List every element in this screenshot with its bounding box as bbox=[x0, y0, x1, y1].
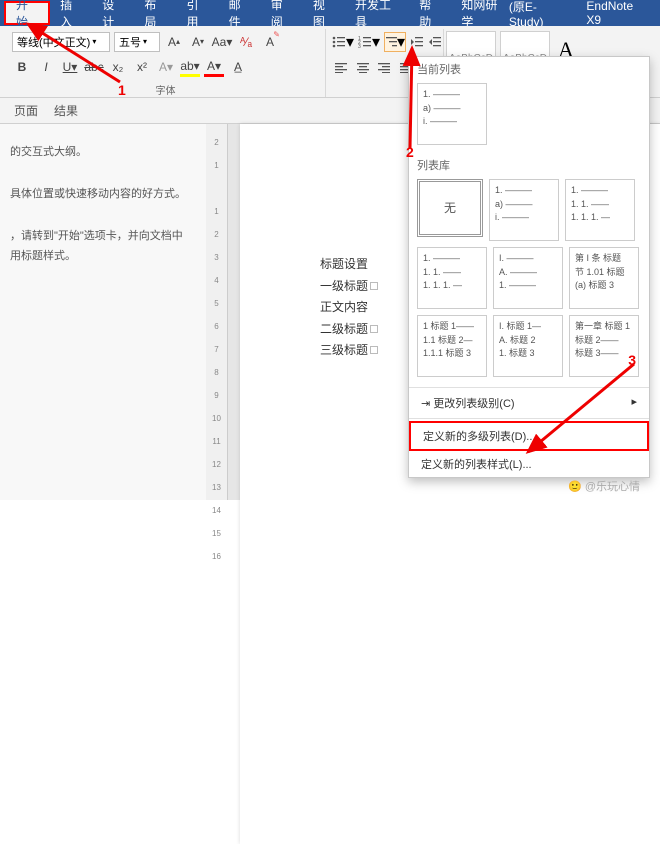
list-thumb[interactable]: 1. ———1. 1. ——1. 1. 1. — bbox=[417, 247, 487, 309]
define-new-list-style-menuitem[interactable]: 定义新的列表样式(L)... bbox=[409, 451, 649, 477]
align-right-button[interactable] bbox=[376, 58, 394, 78]
svg-text:3: 3 bbox=[358, 44, 361, 48]
tab-developer[interactable]: 开发工具 bbox=[345, 0, 409, 26]
multilevel-list-button[interactable]: ▾ bbox=[384, 32, 406, 52]
list-thumb[interactable]: I. 标题 1—A. 标题 21. 标题 3 bbox=[493, 315, 563, 377]
bold-button[interactable]: B bbox=[12, 57, 32, 77]
increase-indent-button[interactable] bbox=[428, 32, 442, 52]
define-new-multilevel-list-menuitem[interactable]: 定义新的多级列表(D)... bbox=[409, 421, 649, 451]
font-size-select[interactable]: 五号▾ bbox=[114, 32, 160, 52]
list-thumb[interactable]: I. ———A. ———1. ——— bbox=[493, 247, 563, 309]
char-border-button[interactable]: A̲ bbox=[228, 57, 248, 77]
list-thumb-current[interactable]: 1. ———a) ———i. ——— bbox=[417, 83, 487, 145]
dropdown-section-library: 列表库 bbox=[409, 153, 649, 175]
clear-format-button[interactable]: A✎ bbox=[260, 32, 280, 52]
change-list-level-menuitem[interactable]: ⇥ 更改列表级别(C) ▸ bbox=[409, 390, 649, 416]
subscript-button[interactable]: x₂ bbox=[108, 57, 128, 77]
list-thumb[interactable]: 第 I 条 标题节 1.01 标题(a) 标题 3 bbox=[569, 247, 639, 309]
tab-review[interactable]: 审阅 bbox=[261, 0, 303, 26]
underline-button[interactable]: U▾ bbox=[60, 57, 80, 77]
strike-button[interactable]: abc bbox=[84, 57, 104, 77]
tab-insert[interactable]: 插入 bbox=[50, 0, 92, 26]
multilevel-list-dropdown: 当前列表 1. ———a) ———i. ——— 列表库 无 1. ———a) —… bbox=[408, 56, 650, 478]
bullets-button[interactable]: ▾ bbox=[332, 32, 354, 52]
list-thumb[interactable]: 1. ———a) ———i. ——— bbox=[489, 179, 559, 241]
tab-references[interactable]: 引用 bbox=[177, 0, 219, 26]
tab-layout[interactable]: 布局 bbox=[134, 0, 176, 26]
list-thumb-none[interactable]: 无 bbox=[417, 179, 483, 237]
change-case-button[interactable]: Aa▾ bbox=[212, 32, 232, 52]
watermark: @乐玩心情 bbox=[568, 478, 640, 494]
tab-zhiwang[interactable]: 知网研学 (原E-Study) bbox=[451, 0, 576, 26]
align-left-button[interactable] bbox=[332, 58, 350, 78]
font-color-button[interactable]: A▾ bbox=[204, 57, 224, 77]
subtab-page[interactable]: 页面 bbox=[14, 102, 38, 119]
phonetic-button[interactable]: ᴬ⁄ₐ bbox=[236, 32, 256, 52]
tab-design[interactable]: 设计 bbox=[92, 0, 134, 26]
vertical-ruler: 21 12345678910111213141516 bbox=[206, 124, 228, 500]
subtab-result[interactable]: 结果 bbox=[54, 102, 78, 119]
tab-mail[interactable]: 邮件 bbox=[219, 0, 261, 26]
align-center-button[interactable] bbox=[354, 58, 372, 78]
numbering-button[interactable]: 123▾ bbox=[358, 32, 380, 52]
tab-endnote[interactable]: EndNote X9 bbox=[576, 0, 656, 26]
font-name-select[interactable]: 等线(中文正文)▾ bbox=[12, 32, 110, 52]
menubar: 开始 插入 设计 布局 引用 邮件 审阅 视图 开发工具 帮助 知网研学 (原E… bbox=[0, 0, 660, 26]
decrease-indent-button[interactable] bbox=[410, 32, 424, 52]
dropdown-section-current: 当前列表 bbox=[409, 57, 649, 79]
grow-font-button[interactable]: A▴ bbox=[164, 32, 184, 52]
list-thumb[interactable]: 1. ———1. 1. ——1. 1. 1. — bbox=[565, 179, 635, 241]
list-thumb[interactable]: 1 标题 1——1.1 标题 2—1.1.1 标题 3 bbox=[417, 315, 487, 377]
tab-start[interactable]: 开始 bbox=[4, 1, 50, 25]
font-group-label: 字体 bbox=[12, 82, 319, 97]
highlight-button[interactable]: ab▾ bbox=[180, 57, 200, 77]
tab-help[interactable]: 帮助 bbox=[409, 0, 451, 26]
text-effect-button[interactable]: A▾ bbox=[156, 57, 176, 77]
list-thumb[interactable]: 第一章 标题 1标题 2——标题 3—— bbox=[569, 315, 639, 377]
superscript-button[interactable]: x² bbox=[132, 57, 152, 77]
navigation-pane: 的交互式大纲。 具体位置或快速移动内容的好方式。 ，请转到"开始"选项卡，并向文… bbox=[0, 124, 206, 500]
shrink-font-button[interactable]: A▾ bbox=[188, 32, 208, 52]
tab-view[interactable]: 视图 bbox=[303, 0, 345, 26]
italic-button[interactable]: I bbox=[36, 57, 56, 77]
